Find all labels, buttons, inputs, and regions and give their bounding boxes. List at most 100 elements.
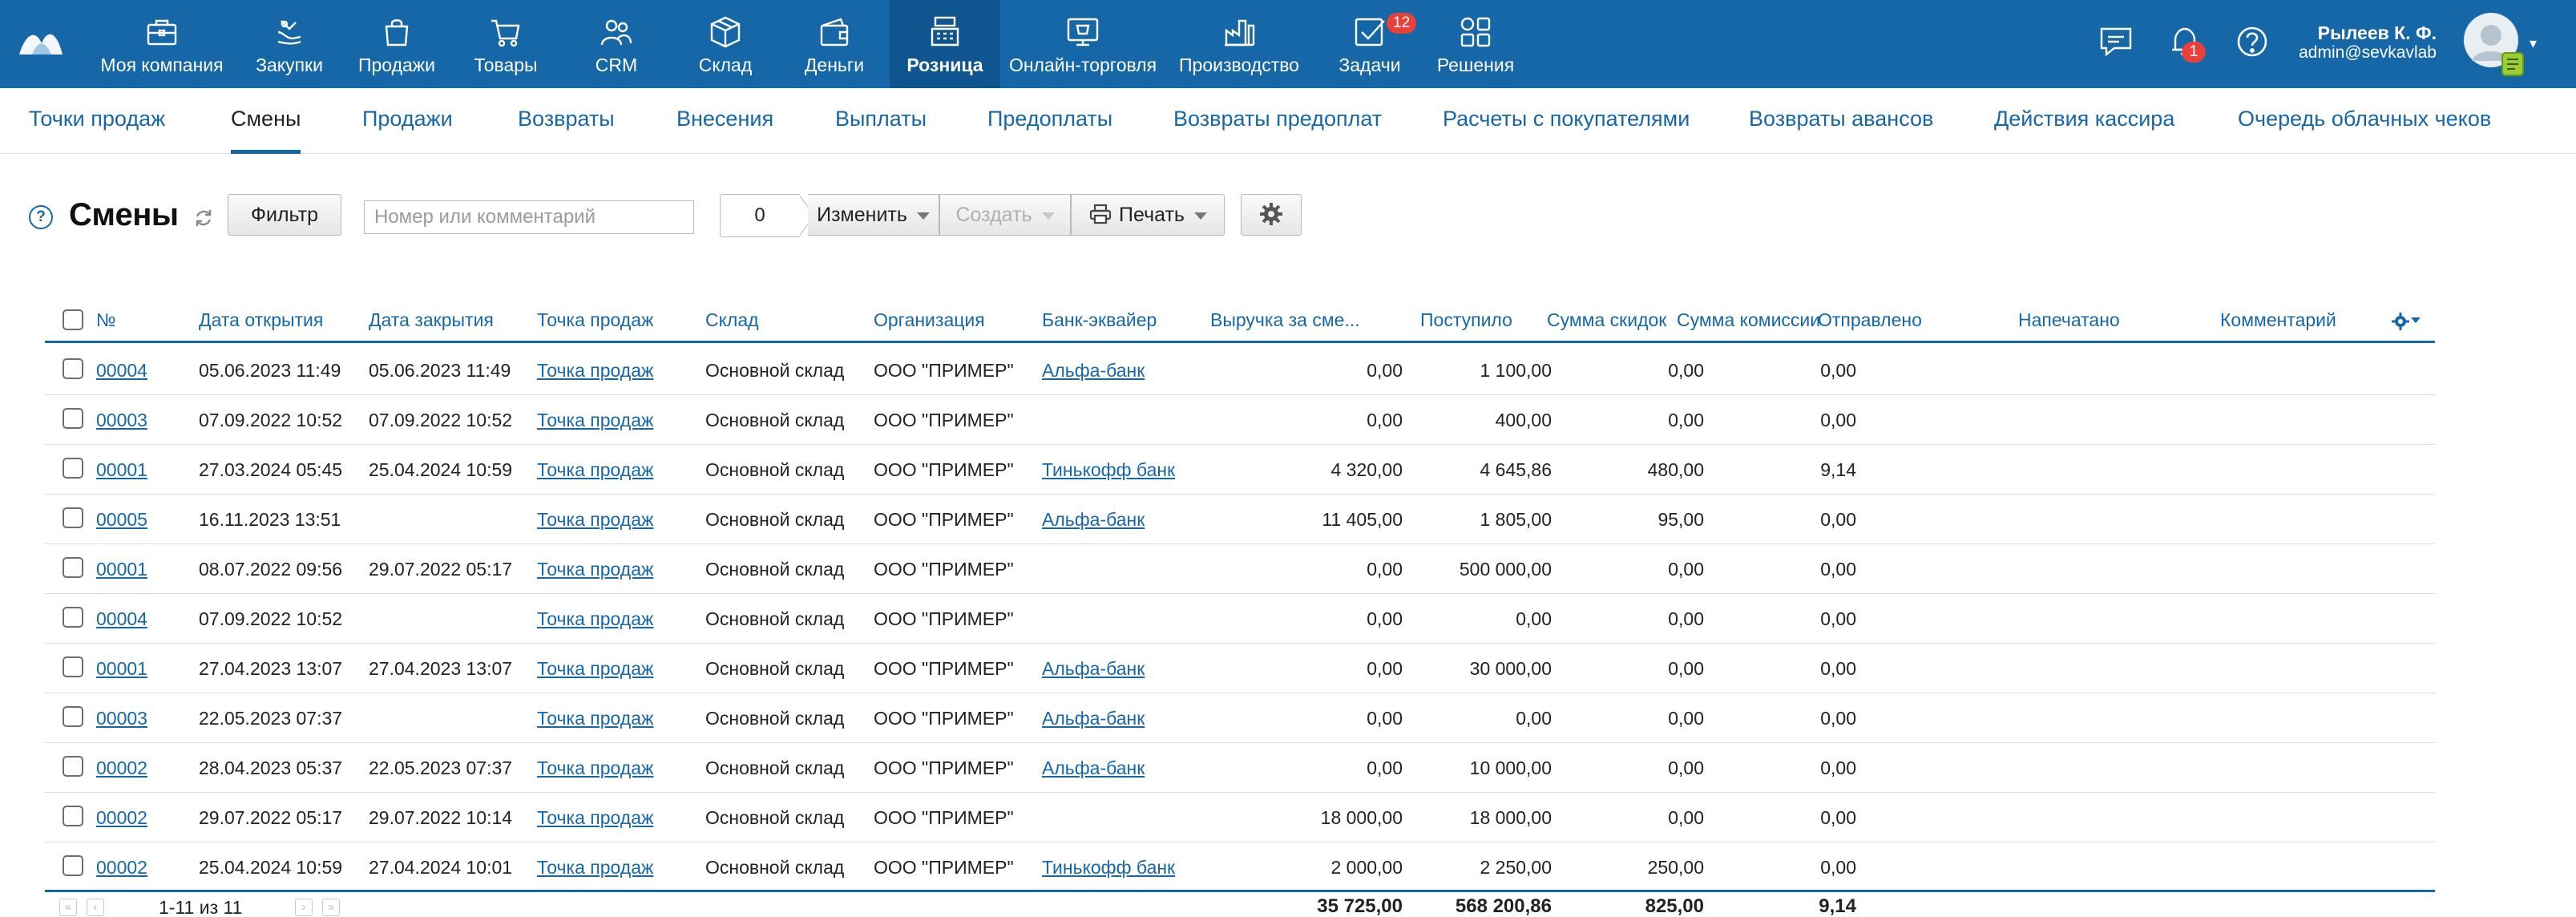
cell-num[interactable]: 00004 [96,357,147,384]
tab-shifts[interactable]: Смены [231,104,301,154]
table-row[interactable]: 00002 28.04.2023 05:37 22.05.2023 07:37 Точ… [45,743,2435,793]
table-row[interactable]: 00001 08.07.2022 09:56 29.07.2022 05:17 Точ… [45,544,2435,594]
chevron-down-icon[interactable] [2411,317,2421,323]
table-row[interactable]: 00001 27.03.2024 05:45 25.04.2024 10:59 Точ… [45,445,2435,495]
cell-point[interactable]: Точка продаж [537,605,653,632]
row-checkbox[interactable] [63,607,83,628]
row-checkbox[interactable] [63,557,83,578]
filter-button[interactable]: Фильтр [228,194,341,236]
row-checkbox[interactable] [63,756,83,777]
refresh-icon[interactable] [192,207,215,229]
cell-point[interactable]: Точка продаж [537,406,653,434]
cell-bank[interactable]: Тинькофф банк [1042,854,1175,881]
col-org[interactable]: Организация [874,306,985,333]
col-commission[interactable]: Сумма комиссии [1677,306,1820,333]
col-point[interactable]: Точка продаж [537,306,653,333]
chevron-down-icon[interactable]: ▾ [2530,35,2537,52]
select-all-checkbox[interactable] [63,309,83,330]
row-checkbox[interactable] [63,358,83,379]
table-row[interactable]: 00002 29.07.2022 05:17 29.07.2022 10:14 Точ… [45,793,2435,842]
tab-deposits[interactable]: Внесения [676,104,773,154]
row-checkbox[interactable] [63,458,83,479]
next-page-icon[interactable]: › [295,899,313,916]
tab-cloud-receipt-queue[interactable]: Очередь облачных чеков [2238,104,2491,154]
table-row[interactable]: 00005 16.11.2023 13:51 Точка продаж Основно… [45,495,2435,544]
cell-num[interactable]: 00003 [96,406,147,434]
nav-money[interactable]: Деньги [790,0,878,88]
col-printed[interactable]: Напечатано [2018,306,2120,333]
tab-cashier-actions[interactable]: Действия кассира [1994,104,2174,154]
nav-purchases[interactable]: Закупки [245,0,333,88]
cell-point[interactable]: Точка продаж [537,555,653,583]
cell-point[interactable]: Точка продаж [537,456,653,483]
cell-num[interactable]: 00002 [96,754,147,782]
col-revenue[interactable]: Выручка за сме... [1210,306,1360,333]
create-button[interactable]: Создать [939,194,1071,236]
cell-num[interactable]: 00001 [96,456,147,483]
cell-num[interactable]: 00001 [96,655,147,682]
tab-returns[interactable]: Возвраты [518,104,615,154]
cell-bank[interactable]: Альфа-банк [1042,705,1145,732]
user-login[interactable]: admin@sevkavlab [2276,43,2437,63]
nav-goods[interactable]: Товары [462,0,550,88]
cell-bank[interactable]: Альфа-банк [1042,754,1145,782]
nav-my-company[interactable]: Моя компания [95,0,229,88]
table-row[interactable]: 00004 07.09.2022 10:52 Точка продаж Основно… [45,594,2435,644]
help-circle-icon[interactable] [2233,22,2271,61]
col-num[interactable]: № [96,306,116,333]
table-row[interactable]: 00001 27.04.2023 13:07 27.04.2023 13:07 Точ… [45,644,2435,693]
cell-point[interactable]: Точка продаж [537,804,653,831]
column-settings-icon[interactable] [2392,313,2409,330]
cell-bank[interactable]: Альфа-банк [1042,357,1145,384]
cell-point[interactable]: Точка продаж [537,754,653,782]
cell-num[interactable]: 00005 [96,506,147,533]
col-bank[interactable]: Банк-эквайер [1042,306,1157,333]
tab-advance-returns[interactable]: Возвраты авансов [1749,104,1933,154]
cell-point[interactable]: Точка продаж [537,705,653,732]
nav-production[interactable]: Производство [1170,0,1308,88]
print-button[interactable]: Печать [1071,194,1225,236]
cell-num[interactable]: 00004 [96,605,147,632]
tab-sales[interactable]: Продажи [362,104,453,154]
cell-num[interactable]: 00002 [96,804,147,831]
nav-tasks[interactable]: Задачи 12 [1326,0,1417,88]
col-received[interactable]: Поступило [1420,306,1512,333]
cell-bank[interactable]: Альфа-банк [1042,655,1145,682]
table-row[interactable]: 00002 25.04.2024 10:59 27.04.2024 10:01 Точ… [45,842,2435,892]
cell-num[interactable]: 00001 [96,555,147,583]
col-sent[interactable]: Отправлено [1818,306,1922,333]
nav-online-trade[interactable]: Онлайн-торговля [1007,0,1159,88]
row-checkbox[interactable] [63,806,83,826]
col-discount[interactable]: Сумма скидок [1547,306,1666,333]
prev-page-icon[interactable]: ‹ [87,899,104,916]
row-checkbox[interactable] [63,656,83,677]
search-input[interactable] [364,200,694,234]
col-warehouse[interactable]: Склад [705,306,759,333]
table-row[interactable]: 00003 07.09.2022 10:52 07.09.2022 10:52 Точ… [45,395,2435,445]
cell-num[interactable]: 00002 [96,854,147,881]
logo-icon[interactable] [18,22,64,58]
cell-point[interactable]: Точка продаж [537,655,653,682]
tab-payouts[interactable]: Выплаты [835,104,927,154]
nav-warehouse[interactable]: Склад [681,0,769,88]
chat-icon[interactable] [2097,22,2135,61]
cell-num[interactable]: 00003 [96,705,147,732]
table-row[interactable]: 00003 22.05.2023 07:37 Точка продаж Основно… [45,693,2435,743]
col-comment[interactable]: Комментарий [2220,306,2336,333]
nav-retail[interactable]: Розница [890,0,1000,88]
help-icon[interactable]: ? [29,205,53,229]
avatar[interactable] [2462,11,2525,77]
row-checkbox[interactable] [63,706,83,727]
nav-crm[interactable]: CRM [572,0,660,88]
cell-point[interactable]: Точка продаж [537,357,653,384]
cell-bank[interactable]: Тинькофф банк [1042,456,1175,483]
nav-solutions[interactable]: Решения [1431,0,1520,88]
first-page-icon[interactable]: « [59,899,77,916]
tab-prepayment-returns[interactable]: Возвраты предоплат [1173,104,1382,154]
col-opened[interactable]: Дата открытия [199,306,323,333]
row-checkbox[interactable] [63,855,83,876]
change-button[interactable]: Изменить [808,194,939,236]
user-name[interactable]: Рылеев К. Ф. [2308,22,2437,43]
last-page-icon[interactable]: » [322,899,340,916]
settings-button[interactable] [1241,194,1302,236]
